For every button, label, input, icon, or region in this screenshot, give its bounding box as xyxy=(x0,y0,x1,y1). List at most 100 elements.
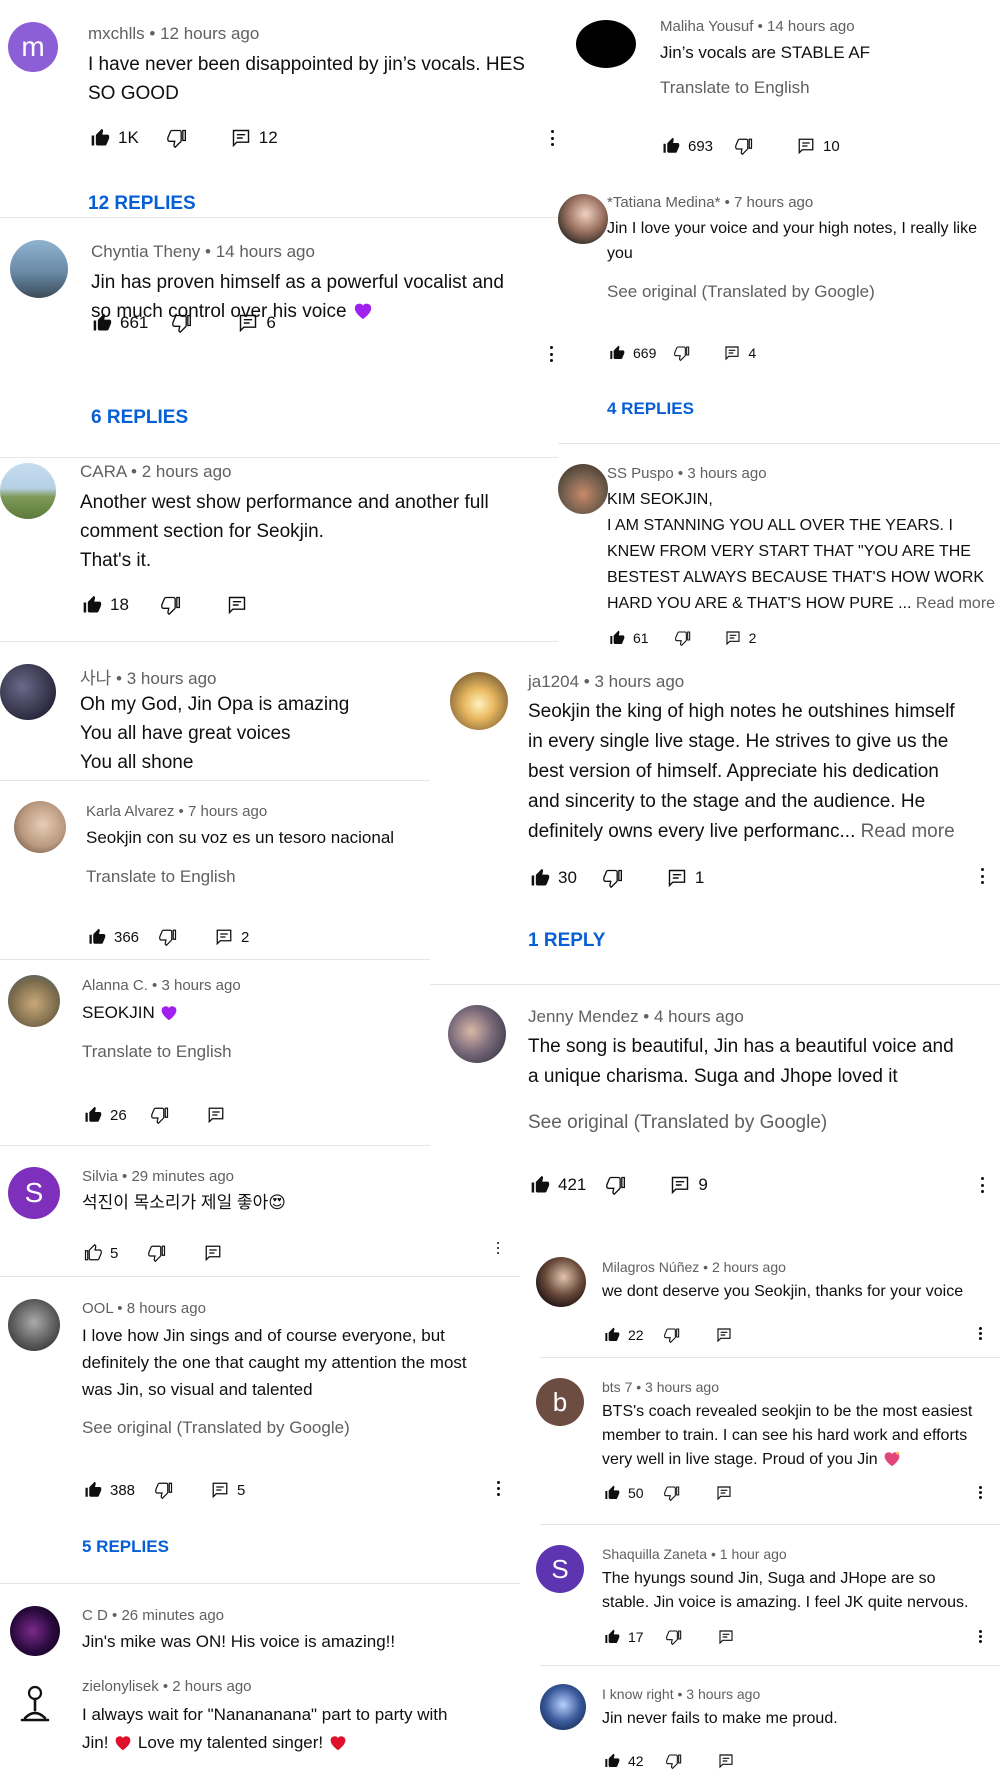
avatar[interactable] xyxy=(450,672,508,730)
translate-link[interactable]: See original (Translated by Google) xyxy=(607,282,875,302)
like-button[interactable]: 388 xyxy=(84,1481,135,1499)
avatar[interactable] xyxy=(0,664,56,720)
translate-link[interactable]: See original (Translated by Google) xyxy=(528,1112,827,1134)
comment-time[interactable]: 12 hours ago xyxy=(160,24,259,43)
comment-time[interactable]: 7 hours ago xyxy=(188,803,267,820)
like-button[interactable]: 693 xyxy=(662,137,713,155)
dislike-button[interactable] xyxy=(665,1629,682,1645)
comment-author[interactable]: CARA xyxy=(80,462,126,481)
more-vert-icon[interactable] xyxy=(549,346,553,362)
comment-author[interactable]: Milagros Núñez xyxy=(602,1259,699,1275)
avatar[interactable] xyxy=(10,1679,60,1729)
reply-button[interactable] xyxy=(718,1629,734,1645)
dislike-button[interactable] xyxy=(150,1106,169,1124)
comment-time[interactable]: 29 minutes ago xyxy=(131,1168,234,1185)
translate-link[interactable]: Translate to English xyxy=(82,1042,232,1062)
more-vert-icon[interactable] xyxy=(550,130,554,146)
reply-button[interactable]: 4 xyxy=(724,345,756,361)
dislike-button[interactable] xyxy=(606,1175,626,1195)
like-button[interactable]: 1K xyxy=(90,128,139,148)
like-button[interactable]: 61 xyxy=(609,630,649,646)
comment-author[interactable]: I know right xyxy=(602,1686,674,1702)
comment-time[interactable]: 2 hours ago xyxy=(172,1678,251,1695)
dislike-button[interactable] xyxy=(603,868,623,888)
avatar[interactable] xyxy=(558,464,608,514)
reply-button[interactable] xyxy=(718,1753,734,1769)
dislike-button[interactable] xyxy=(159,928,177,946)
dislike-button[interactable] xyxy=(166,128,187,148)
comment-time[interactable]: 2 hours ago xyxy=(142,462,232,481)
comment-author[interactable]: mxchlls xyxy=(88,24,145,43)
translate-link[interactable]: See original (Translated by Google) xyxy=(82,1418,350,1438)
more-vert-icon[interactable] xyxy=(979,1327,982,1340)
comment-time[interactable]: 7 hours ago xyxy=(734,194,813,211)
translate-link[interactable]: Translate to English xyxy=(86,867,236,887)
more-vert-icon[interactable] xyxy=(980,1177,984,1193)
reply-button[interactable]: 5 xyxy=(211,1481,245,1499)
comment-time[interactable]: 4 hours ago xyxy=(654,1007,744,1026)
reply-button[interactable]: 2 xyxy=(725,630,756,646)
dislike-button[interactable] xyxy=(674,630,691,646)
comment-author[interactable]: 사나 xyxy=(80,669,111,688)
comment-author[interactable]: Karla Alvarez xyxy=(86,803,174,820)
avatar[interactable] xyxy=(10,1606,60,1656)
comment-time[interactable]: 3 hours ago xyxy=(594,672,684,691)
like-button[interactable]: 661 xyxy=(92,313,148,333)
avatar[interactable]: S xyxy=(8,1167,60,1219)
dislike-button[interactable] xyxy=(148,1244,166,1262)
comment-time[interactable]: 3 hours ago xyxy=(127,669,217,688)
comment-author[interactable]: Jenny Mendez xyxy=(528,1007,639,1026)
avatar[interactable]: S xyxy=(536,1545,584,1593)
comment-time[interactable]: 14 hours ago xyxy=(767,18,855,35)
avatar[interactable]: b xyxy=(536,1378,584,1426)
comment-time[interactable]: 3 hours ago xyxy=(687,465,766,482)
reply-button[interactable] xyxy=(207,1106,225,1124)
avatar[interactable] xyxy=(558,194,608,244)
like-button[interactable]: 22 xyxy=(604,1327,644,1343)
read-more-link[interactable]: Read more xyxy=(861,821,955,842)
more-vert-icon[interactable] xyxy=(979,1486,982,1499)
avatar[interactable] xyxy=(14,801,66,853)
reply-button[interactable]: 1 xyxy=(667,868,704,888)
like-button[interactable]: 30 xyxy=(530,868,577,888)
dislike-button[interactable] xyxy=(674,345,690,361)
comment-author[interactable]: Chyntia Theny xyxy=(91,242,200,261)
avatar[interactable] xyxy=(536,1257,586,1307)
reply-button[interactable] xyxy=(227,595,247,615)
comment-author[interactable]: SS Puspo xyxy=(607,465,674,482)
like-button[interactable]: 50 xyxy=(604,1485,644,1501)
comment-time[interactable]: 14 hours ago xyxy=(216,242,315,261)
comment-author[interactable]: Shaquilla Zaneta xyxy=(602,1546,707,1562)
avatar[interactable]: m xyxy=(8,22,58,72)
like-button[interactable]: 42 xyxy=(604,1753,644,1769)
translate-link[interactable]: Translate to English xyxy=(660,78,810,98)
comment-author[interactable]: Alanna C. xyxy=(82,977,148,994)
dislike-button[interactable] xyxy=(735,137,753,155)
reply-button[interactable] xyxy=(716,1485,732,1501)
more-vert-icon[interactable] xyxy=(979,1630,982,1643)
comment-author[interactable]: *Tatiana Medina* xyxy=(607,194,720,211)
avatar[interactable] xyxy=(10,240,68,298)
view-replies-button[interactable]: 4 REPLIES xyxy=(607,399,694,419)
view-replies-button[interactable]: 1 REPLY xyxy=(528,930,605,952)
avatar[interactable] xyxy=(540,1684,586,1730)
comment-time[interactable]: 8 hours ago xyxy=(127,1300,206,1317)
like-button[interactable]: 5 xyxy=(84,1244,118,1262)
reply-button[interactable] xyxy=(716,1327,732,1343)
like-button[interactable]: 421 xyxy=(530,1175,586,1195)
comment-time[interactable]: 2 hours ago xyxy=(712,1259,786,1275)
comment-author[interactable]: Maliha Yousuf xyxy=(660,18,753,35)
dislike-button[interactable] xyxy=(665,1753,682,1769)
dislike-button[interactable] xyxy=(161,595,181,615)
avatar[interactable] xyxy=(448,1005,506,1063)
comment-author[interactable]: C D xyxy=(82,1607,108,1624)
reply-button[interactable]: 12 xyxy=(231,128,278,148)
avatar[interactable] xyxy=(0,463,56,519)
view-replies-button[interactable]: 6 REPLIES xyxy=(91,407,188,429)
like-button[interactable]: 669 xyxy=(609,345,656,361)
comment-time[interactable]: 26 minutes ago xyxy=(121,1607,224,1624)
more-vert-icon[interactable] xyxy=(496,1481,500,1496)
comment-time[interactable]: 3 hours ago xyxy=(161,977,240,994)
reply-button[interactable]: 6 xyxy=(238,313,276,333)
comment-author[interactable]: Silvia xyxy=(82,1168,118,1185)
